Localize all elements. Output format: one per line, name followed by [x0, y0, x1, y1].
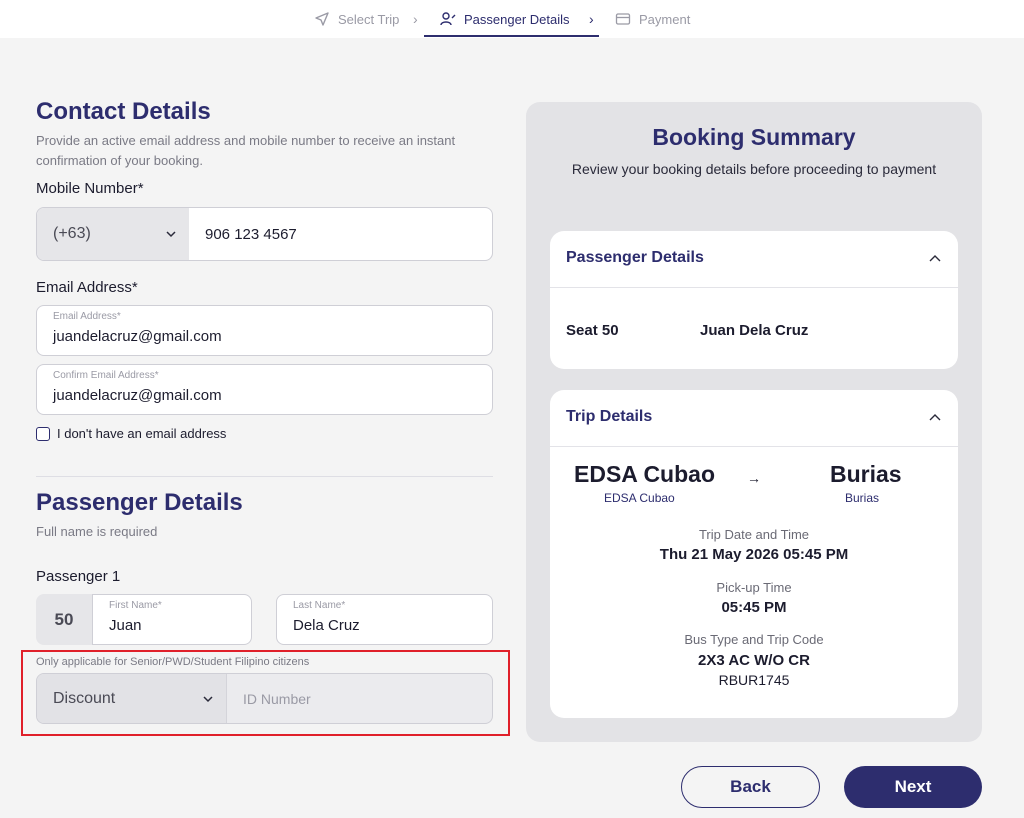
email-field-label: Email Address* — [53, 311, 121, 322]
first-name-label: First Name* — [109, 600, 162, 611]
no-email-label: I don't have an email address — [57, 426, 227, 441]
trip-summary-card: Trip Details EDSA Cubao EDSA Cubao → Bur… — [550, 390, 958, 718]
chevron-up-icon — [929, 255, 941, 262]
country-code-value: (+63) — [53, 225, 91, 242]
section-divider — [36, 476, 493, 477]
trip-code-value: RBUR1745 — [718, 672, 790, 688]
id-number-input[interactable]: ID Number — [243, 674, 311, 723]
chevron-down-icon — [166, 231, 176, 238]
last-name-value: Dela Cruz — [293, 617, 360, 634]
passenger-summary-card: Passenger Details Seat 50 Juan Dela Cruz — [550, 231, 958, 369]
email-field[interactable]: Email Address* juandelacruz@gmail.com — [36, 305, 493, 356]
passenger-card-header[interactable]: Passenger Details — [550, 231, 958, 288]
step-label: Select Trip — [338, 11, 400, 27]
no-email-checkbox[interactable] — [36, 426, 50, 441]
trip-date-label: Trip Date and Time — [698, 527, 810, 542]
destination-name: Burias — [830, 461, 902, 487]
summary-title: Booking Summary — [652, 124, 856, 150]
step-label: Passenger Details — [464, 11, 570, 27]
stepper: Select Trip › Passenger Details › Paymen… — [0, 0, 1024, 38]
step-passenger-details[interactable]: Passenger Details — [440, 0, 570, 38]
contact-description: Provide an active email address and mobi… — [36, 133, 456, 168]
confirm-email-field-label: Confirm Email Address* — [53, 370, 159, 381]
bus-type-label: Bus Type and Trip Code — [684, 632, 824, 647]
step-select-trip[interactable]: Select Trip — [314, 0, 399, 38]
card-icon — [615, 13, 631, 25]
user-pin-icon — [440, 12, 456, 26]
step-label: Payment — [639, 11, 691, 27]
back-button[interactable]: Back — [681, 766, 820, 808]
destination-sub: Burias — [845, 491, 880, 505]
discount-group: Discount ID Number — [36, 673, 493, 724]
next-button[interactable]: Next — [844, 766, 982, 808]
confirm-email-field[interactable]: Confirm Email Address* juandelacruz@gmai… — [36, 364, 493, 415]
first-name-value: Juan — [109, 617, 142, 634]
last-name-label: Last Name* — [293, 600, 346, 611]
first-name-field[interactable]: First Name* Juan — [92, 594, 252, 645]
bus-type-value: 2X3 AC W/O CR — [698, 652, 810, 669]
origin-sub: EDSA Cubao — [604, 491, 675, 505]
summary-passenger-name: Juan Dela Cruz — [700, 322, 809, 339]
discount-value: Discount — [53, 689, 116, 707]
chevron-up-icon — [929, 414, 941, 421]
booking-summary: Booking Summary Review your booking deta… — [526, 102, 982, 742]
passenger-title: Passenger Details — [36, 489, 243, 516]
contact-title: Contact Details — [36, 98, 211, 125]
last-name-field[interactable]: Last Name* Dela Cruz — [276, 594, 493, 645]
country-code-select[interactable]: (+63) — [37, 208, 189, 260]
chevron-right-icon: › — [413, 11, 418, 27]
active-step-indicator — [424, 35, 599, 37]
send-icon — [315, 12, 329, 26]
discount-select[interactable]: Discount — [37, 674, 227, 723]
summary-subtitle: Review your booking details before proce… — [571, 161, 937, 177]
trip-date-value: Thu 21 May 2026 05:45 PM — [659, 546, 849, 563]
mobile-field: (+63) 906 123 4567 — [36, 207, 493, 261]
passenger-label: Passenger 1 — [36, 568, 121, 585]
email-value: juandelacruz@gmail.com — [53, 328, 222, 345]
step-payment[interactable]: Payment — [615, 0, 690, 38]
pickup-value: 05:45 PM — [721, 599, 787, 616]
trip-card-header[interactable]: Trip Details — [550, 390, 958, 447]
origin-name: EDSA Cubao — [574, 461, 715, 487]
confirm-email-value: juandelacruz@gmail.com — [53, 387, 222, 404]
no-email-option[interactable]: I don't have an email address — [36, 426, 226, 441]
trip-card-title: Trip Details — [566, 408, 653, 425]
mobile-input[interactable]: 906 123 4567 — [205, 208, 297, 260]
mobile-label: Mobile Number* — [36, 180, 144, 197]
seat-number: 50 — [36, 594, 92, 645]
arrow-right-icon: → — [747, 470, 761, 486]
discount-hint: Only applicable for Senior/PWD/Student F… — [36, 656, 310, 668]
passenger-description: Full name is required — [36, 524, 158, 539]
passenger-card-title: Passenger Details — [566, 249, 704, 266]
chevron-right-icon: › — [589, 11, 594, 27]
pickup-label: Pick-up Time — [716, 580, 792, 595]
email-label: Email Address* — [36, 279, 138, 296]
chevron-down-icon — [203, 696, 213, 703]
summary-seat: Seat 50 — [566, 322, 619, 339]
